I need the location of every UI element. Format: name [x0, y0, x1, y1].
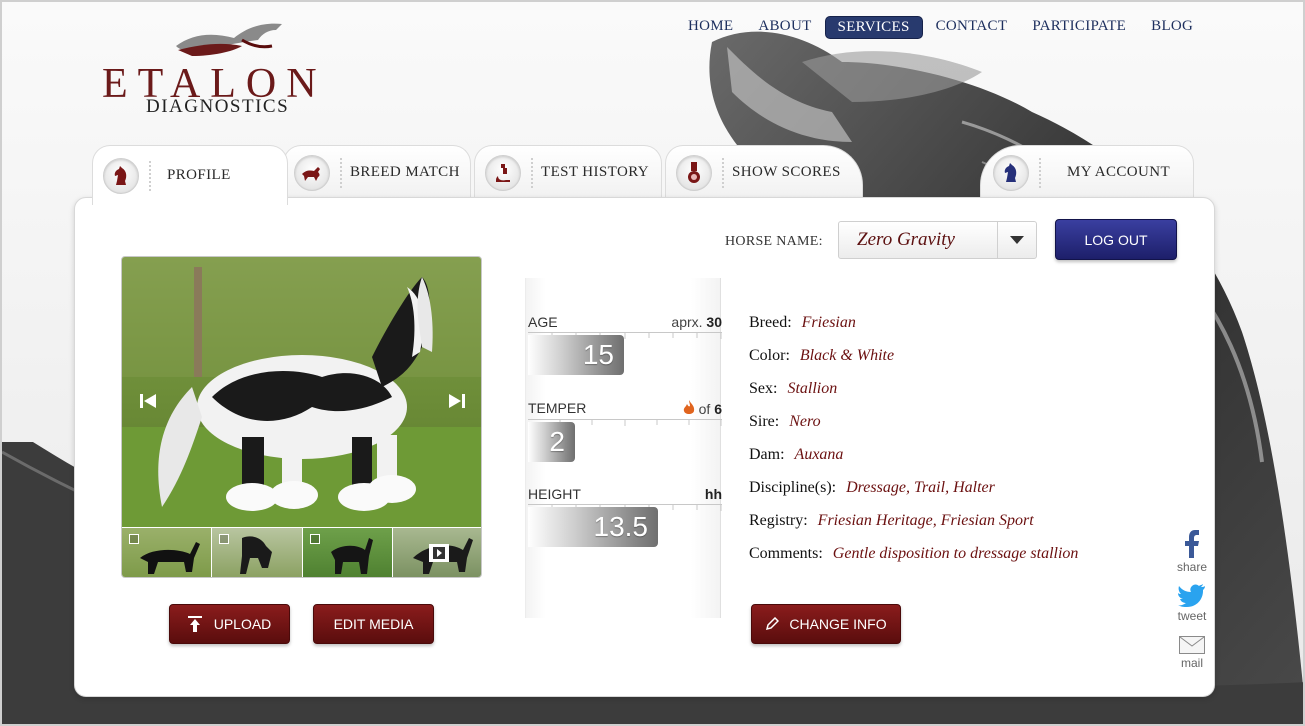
stat-age-ruler: 15	[528, 332, 722, 375]
info-sire: Sire: Nero	[749, 413, 821, 430]
stat-age: AGE aprx. 30 15	[528, 314, 722, 375]
knight-red-icon	[103, 157, 139, 194]
horse-info-list: Breed: Friesian Color: Black & White Sex: S…	[749, 314, 1078, 578]
stat-temper: TEMPER of 6 2	[528, 400, 722, 462]
twitter-icon	[1178, 584, 1205, 607]
tweet-label: tweet	[1177, 609, 1207, 623]
tab-test-history[interactable]: TEST HISTORY	[474, 145, 662, 199]
knight-blue-icon	[993, 154, 1029, 191]
next-photo-icon[interactable]	[445, 393, 467, 409]
facebook-share[interactable]: share	[1170, 530, 1214, 583]
stat-age-max: aprx. 30	[671, 314, 722, 330]
edit-media-button[interactable]: EDIT MEDIA	[313, 604, 434, 644]
thumbnail-1[interactable]	[122, 528, 213, 577]
thumbnail-video[interactable]	[392, 528, 481, 577]
profile-panel: HORSE NAME: Zero Gravity LOG OUT UPLOAD …	[74, 197, 1215, 697]
nav-contact[interactable]: CONTACT	[924, 16, 1020, 39]
stat-height-meter: 13.5	[528, 507, 658, 547]
thumbnail-strip	[122, 528, 481, 577]
info-sex: Sex: Stallion	[749, 380, 838, 397]
nav-about[interactable]: ABOUT	[746, 16, 823, 39]
medal-icon	[676, 154, 712, 191]
info-color: Color: Black & White	[749, 347, 895, 364]
horse-name-select[interactable]: Zero Gravity	[838, 221, 1037, 259]
share-label: share	[1176, 560, 1208, 574]
tab-divider	[531, 157, 533, 188]
stat-temper-max: of 6	[683, 400, 722, 417]
stat-temper-ruler: 2	[528, 419, 722, 462]
email-share[interactable]: mail	[1170, 636, 1214, 689]
thumbnail-checkbox[interactable]	[129, 534, 139, 544]
mail-icon	[1179, 636, 1205, 654]
main-horse-photo[interactable]	[122, 257, 482, 527]
media-gallery	[121, 256, 482, 578]
tab-profile-label: PROFILE	[167, 167, 231, 183]
stat-age-label: AGE	[528, 314, 558, 330]
previous-photo-icon[interactable]	[138, 393, 160, 409]
logout-button[interactable]: LOG OUT	[1055, 219, 1177, 260]
change-info-label: CHANGE INFO	[789, 616, 887, 632]
info-registry: Registry: Friesian Heritage, Friesian Spo…	[749, 512, 1034, 529]
tab-my-account[interactable]: MY ACCOUNT	[980, 145, 1194, 199]
stat-height-ruler: 13.5	[528, 504, 722, 547]
microscope-icon	[485, 154, 521, 191]
stat-temper-label: TEMPER	[528, 400, 587, 416]
thumbnail-checkbox[interactable]	[219, 534, 230, 544]
nav-home[interactable]: HOME	[676, 16, 745, 39]
tab-divider	[722, 157, 724, 188]
stat-height-label: HEIGHT	[528, 486, 581, 502]
chevron-down-icon	[997, 222, 1036, 258]
info-comments: Comments: Gentle disposition to dressage …	[749, 545, 1079, 562]
info-breed: Breed: Friesian	[749, 314, 856, 331]
etalon-logo[interactable]: ETALON DIAGNOSTICS	[102, 20, 332, 120]
tab-profile[interactable]: PROFILE	[92, 145, 288, 205]
brand-subtitle: DIAGNOSTICS	[146, 96, 290, 117]
twitter-tweet[interactable]: tweet	[1170, 583, 1214, 636]
tab-divider	[149, 160, 151, 191]
pencil-icon	[766, 617, 780, 631]
upload-button[interactable]: UPLOAD	[169, 604, 290, 644]
thumbnail-3[interactable]	[302, 528, 393, 577]
upload-button-label: UPLOAD	[213, 616, 272, 632]
upload-icon	[187, 616, 202, 632]
stat-height-unit: hh	[704, 486, 722, 502]
thumbnail-2[interactable]	[212, 528, 303, 577]
info-disciplines: Discipline(s): Dressage, Trail, Halter	[749, 479, 995, 496]
tab-show-scores[interactable]: SHOW SCORES	[665, 145, 863, 199]
nav-participate[interactable]: PARTICIPATE	[1020, 16, 1138, 39]
tab-my-account-label: MY ACCOUNT	[1067, 164, 1171, 180]
social-share: share tweet mail	[1170, 530, 1214, 689]
top-navigation: HOME ABOUT SERVICES CONTACT PARTICIPATE …	[676, 16, 1206, 39]
horse-stats: AGE aprx. 30 15 TEMPER of 6 2 HEIGHT hh …	[525, 278, 722, 618]
mail-label: mail	[1180, 656, 1203, 670]
horse-name-label: HORSE NAME:	[725, 234, 823, 249]
tab-divider	[340, 157, 342, 188]
horse-running-icon	[294, 154, 330, 191]
info-dam: Dam: Auxana	[749, 446, 844, 463]
facebook-icon	[1185, 530, 1199, 558]
stat-temper-meter: 2	[528, 422, 575, 462]
tab-test-history-label: TEST HISTORY	[541, 164, 650, 180]
page: ETALON DIAGNOSTICS HOME ABOUT SERVICES C…	[0, 0, 1305, 726]
change-info-button[interactable]: CHANGE INFO	[751, 604, 901, 644]
stat-height: HEIGHT hh 13.5	[528, 486, 722, 547]
tab-divider	[1039, 157, 1041, 188]
video-film-icon	[428, 544, 449, 562]
nav-blog[interactable]: BLOG	[1139, 16, 1205, 39]
thumbnail-checkbox[interactable]	[309, 534, 320, 544]
flame-icon	[683, 400, 694, 414]
nav-services[interactable]: SERVICES	[824, 16, 923, 39]
horse-name-value: Zero Gravity	[857, 229, 955, 250]
tab-breed-match-label: BREED MATCH	[350, 164, 460, 180]
tab-show-scores-label: SHOW SCORES	[732, 164, 841, 180]
stat-age-meter: 15	[528, 335, 624, 375]
tab-breed-match[interactable]: BREED MATCH	[283, 145, 471, 199]
